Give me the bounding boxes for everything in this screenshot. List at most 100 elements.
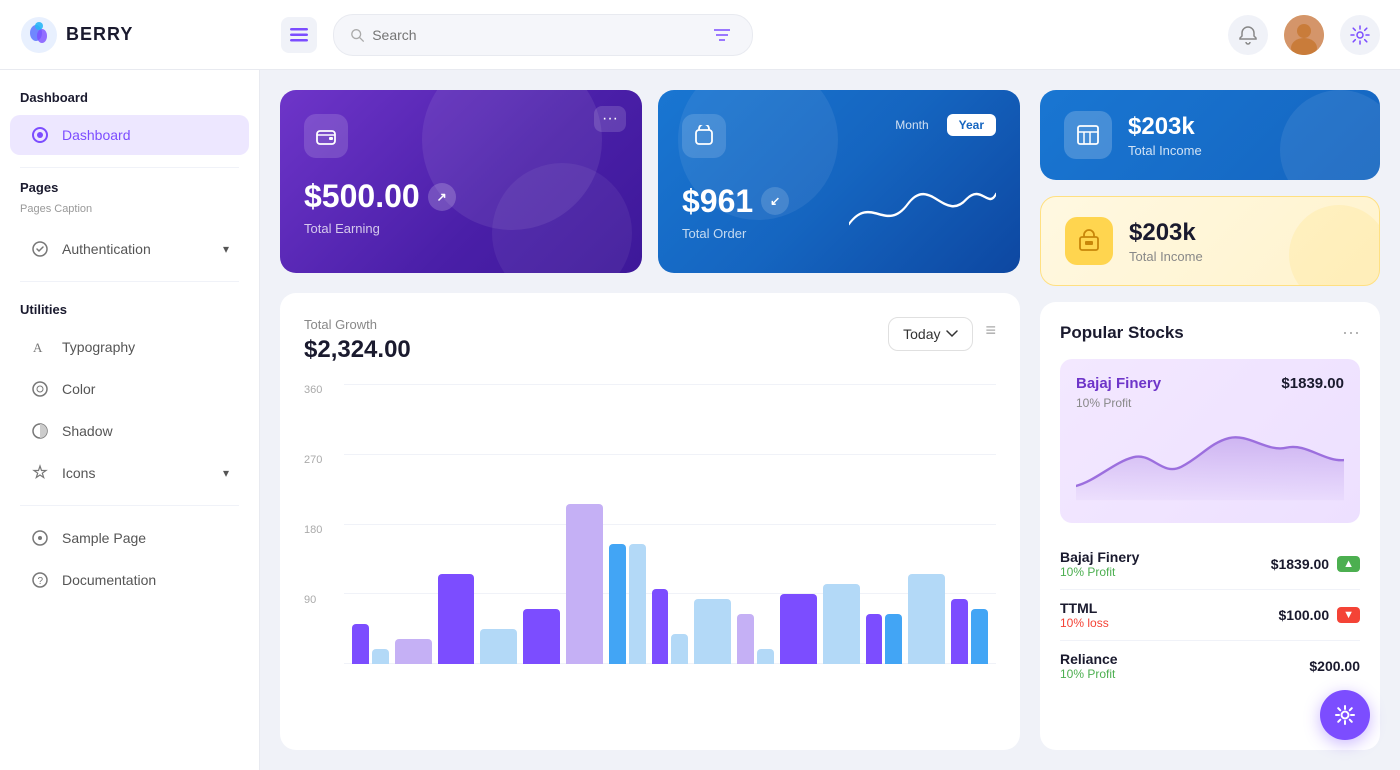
stock-list-item: Bajaj Finery 10% Profit $1839.00 ▲: [1060, 539, 1360, 590]
sidebar: Dashboard Dashboard Pages Pages Caption …: [0, 70, 260, 770]
featured-stock-profit: 10% Profit: [1076, 396, 1344, 410]
order-left: $961 ↙ Total Order: [682, 183, 829, 241]
search-bar: [333, 14, 753, 56]
tab-month[interactable]: Month: [883, 114, 940, 136]
earning-card-icon: [304, 114, 348, 158]
chevron-down-filter-icon: [946, 330, 958, 338]
earning-trend-icon: ↗: [428, 183, 456, 211]
featured-stock-chart: [1076, 422, 1344, 502]
stocks-card: Popular Stocks ··· Bajaj Finery $1839.00…: [1040, 302, 1380, 750]
wallet-icon: [315, 125, 337, 147]
stocks-title: Popular Stocks: [1060, 323, 1184, 343]
order-amount: $961 ↙: [682, 183, 829, 220]
stock-list-left-1: Bajaj Finery 10% Profit: [1060, 549, 1139, 579]
bar: [629, 544, 646, 664]
y-axis-labels: 360 270 180 90: [304, 384, 322, 664]
typography-icon: A: [30, 337, 50, 357]
top-cards: ··· $500.00 ↗ Total Earning: [280, 90, 1020, 273]
earning-card: ··· $500.00 ↗ Total Earning: [280, 90, 642, 273]
bar-group-6: [566, 504, 603, 664]
bar: [908, 574, 945, 664]
sidebar-item-icons[interactable]: Icons ▾: [10, 453, 249, 493]
sidebar-item-color[interactable]: Color: [10, 369, 249, 409]
settings-button[interactable]: [1340, 15, 1380, 55]
bar-group-9: [694, 599, 731, 664]
growth-controls: Today ≡: [888, 317, 996, 351]
bar: [372, 649, 389, 664]
featured-stock: Bajaj Finery $1839.00 10% Profit: [1060, 359, 1360, 523]
bar: [671, 634, 688, 664]
color-icon: [30, 379, 50, 399]
bar: [757, 649, 774, 664]
earning-card-menu-button[interactable]: ···: [594, 106, 626, 132]
fab-gear-icon: [1334, 704, 1356, 726]
bar: [438, 574, 475, 664]
bar: [823, 584, 860, 664]
bar-group-8: [652, 589, 689, 664]
chevron-down-icon: ▾: [223, 242, 229, 256]
stock-list-item: TTML 10% loss $100.00 ▼: [1060, 590, 1360, 641]
earning-label: Total Earning: [304, 221, 618, 236]
income-blue-text: $203k Total Income: [1128, 113, 1202, 158]
bar: [971, 609, 988, 664]
table-icon: [1076, 123, 1100, 147]
bar-group-7: [609, 544, 646, 664]
down-badge: ▼: [1337, 607, 1360, 623]
income-yellow-card: $203k Total Income: [1040, 196, 1380, 286]
bar-group-12: [823, 584, 860, 664]
sidebar-item-shadow-label: Shadow: [62, 423, 113, 439]
content-main: ··· $500.00 ↗ Total Earning: [280, 90, 1020, 750]
search-input[interactable]: [364, 27, 707, 43]
sidebar-item-documentation-label: Documentation: [62, 572, 156, 588]
today-filter-button[interactable]: Today: [888, 317, 973, 351]
bar-group-11: [780, 594, 817, 664]
sidebar-item-typography[interactable]: A Typography: [10, 327, 249, 367]
fab-settings-button[interactable]: [1320, 690, 1370, 740]
bar-chart: 360 270 180 90: [304, 384, 996, 664]
hamburger-icon: [290, 28, 308, 42]
bar-group-5: [523, 609, 560, 664]
sidebar-item-color-label: Color: [62, 381, 95, 397]
bar: [951, 599, 968, 664]
income-blue-icon: [1064, 111, 1112, 159]
stock-list-left-3: Reliance 10% Profit: [1060, 651, 1118, 681]
growth-card: Total Growth $2,324.00 Today ≡: [280, 293, 1020, 750]
logo-icon: [20, 16, 58, 54]
cash-register-icon: [1077, 229, 1101, 253]
stock-list-left-2: TTML 10% loss: [1060, 600, 1109, 630]
sidebar-item-dashboard[interactable]: Dashboard: [10, 115, 249, 155]
search-icon: [350, 27, 364, 43]
bar: [395, 639, 432, 664]
tab-year[interactable]: Year: [947, 114, 996, 136]
sidebar-item-shadow[interactable]: Shadow: [10, 411, 249, 451]
stock-list-right-1: $1839.00 ▲: [1271, 556, 1360, 572]
stocks-menu-button[interactable]: ···: [1342, 322, 1360, 343]
divider-3: [20, 505, 239, 506]
featured-stock-price: $1839.00: [1281, 375, 1344, 392]
avatar[interactable]: [1284, 15, 1324, 55]
order-card-icon: [682, 114, 726, 158]
chart-menu-button[interactable]: ≡: [985, 320, 996, 341]
sidebar-item-sample-page[interactable]: Sample Page: [10, 518, 249, 558]
sidebar-item-documentation[interactable]: ? Documentation: [10, 560, 249, 600]
sidebar-section-dashboard: Dashboard: [0, 90, 259, 113]
stocks-header: Popular Stocks ···: [1060, 322, 1360, 343]
search-filter-button[interactable]: [708, 19, 736, 51]
income-yellow-label: Total Income: [1129, 249, 1203, 264]
income-yellow-amount: $203k: [1129, 219, 1203, 247]
dashboard-icon: [30, 125, 50, 145]
icons-chevron-icon: ▾: [223, 466, 229, 480]
sidebar-item-authentication[interactable]: Authentication ▾: [10, 229, 249, 269]
header-right: [1228, 15, 1380, 55]
income-blue-amount: $203k: [1128, 113, 1202, 141]
sidebar-caption: Pages Caption: [0, 203, 259, 227]
bar: [652, 589, 669, 664]
hamburger-button[interactable]: [281, 17, 317, 53]
logo-text: BERRY: [66, 24, 133, 45]
notification-button[interactable]: [1228, 15, 1268, 55]
filter-icon: [713, 27, 731, 43]
logo-area: BERRY: [20, 16, 265, 54]
income-yellow-text: $203k Total Income: [1129, 219, 1203, 264]
featured-stock-header: Bajaj Finery $1839.00: [1076, 375, 1344, 392]
stock-list: Bajaj Finery 10% Profit $1839.00 ▲ TTML …: [1060, 539, 1360, 691]
